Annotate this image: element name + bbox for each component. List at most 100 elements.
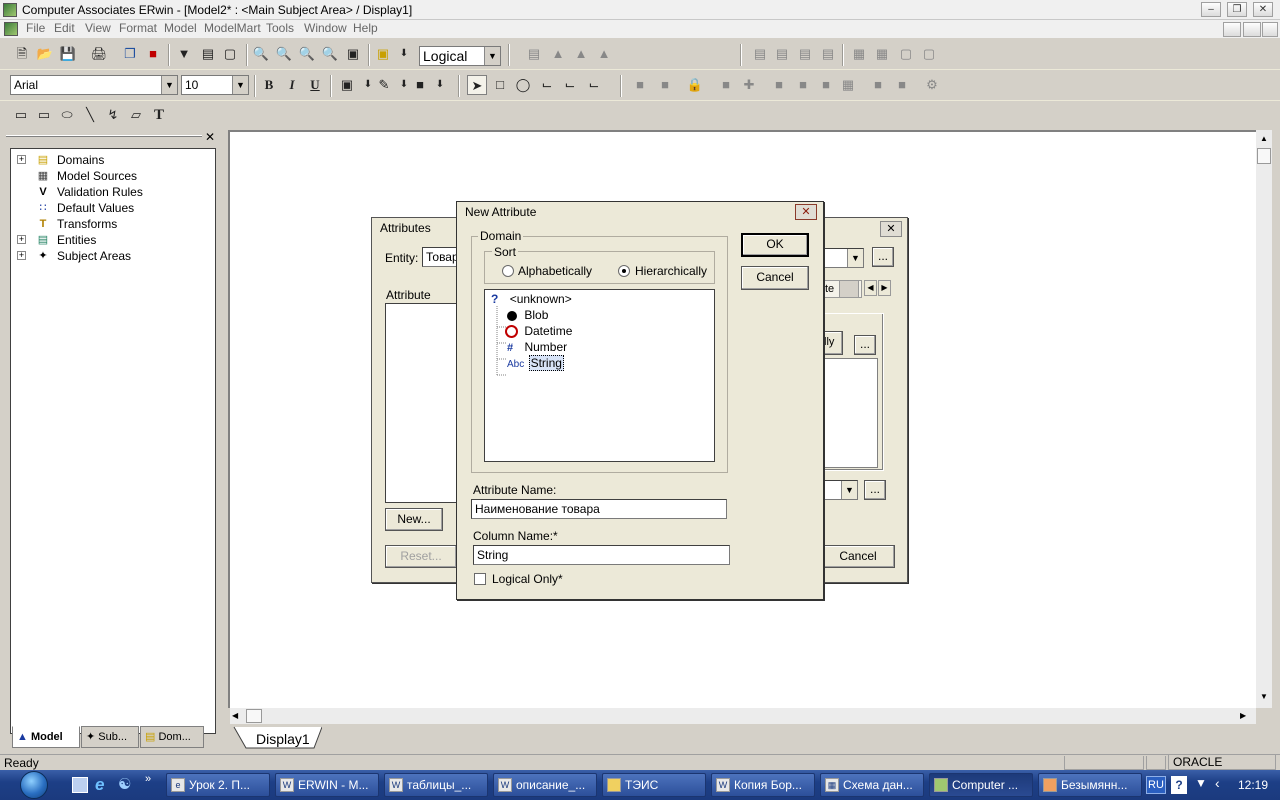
network-icon[interactable]: ▼	[1195, 776, 1209, 794]
menu-help[interactable]: Help	[353, 21, 378, 35]
underline-button[interactable]: U	[305, 75, 325, 95]
column-name-input[interactable]: String	[473, 545, 730, 565]
language-indicator[interactable]: RU	[1146, 776, 1166, 794]
expand-icon[interactable]: +	[17, 155, 26, 164]
mm-users-icon[interactable]: ■	[868, 75, 888, 95]
ok-button[interactable]: OK	[741, 233, 809, 257]
panel-close-icon[interactable]: ✕	[204, 131, 216, 143]
restore-button[interactable]: ❐	[1227, 2, 1247, 17]
domain-number[interactable]: # Number	[507, 340, 567, 356]
tab-domains[interactable]: ▤ Dom...	[140, 726, 204, 748]
polygon-tool-icon[interactable]: ▱	[126, 105, 146, 125]
zoom-actual-icon[interactable]: 🔍	[320, 44, 340, 64]
copy-icon[interactable]: ❐	[120, 44, 140, 64]
taskbar-item-copy[interactable]: W Копия Бор...	[711, 773, 815, 797]
sort-hierarchically-label[interactable]: Hierarchically	[635, 264, 707, 278]
menu-file[interactable]: File	[26, 21, 45, 35]
menu-edit[interactable]: Edit	[54, 21, 75, 35]
new-attribute-close-icon[interactable]: ✕	[795, 204, 817, 220]
vertical-scrollbar[interactable]: ▲ ▼	[1256, 130, 1272, 708]
horizontal-scrollbar[interactable]: ◀ ▶	[230, 708, 1256, 724]
menu-window[interactable]: Window	[304, 21, 347, 35]
start-button[interactable]	[8, 771, 60, 799]
logical-only-checkbox[interactable]	[474, 573, 486, 585]
mm-security-icon[interactable]: ■	[892, 75, 912, 95]
entity-tool-icon[interactable]: □	[490, 75, 510, 95]
tab-display1[interactable]: Display1	[256, 731, 310, 747]
same-size-icon[interactable]: ▢	[896, 44, 916, 64]
vertical-scroll-thumb[interactable]	[1257, 148, 1271, 164]
property-select[interactable]: ▼	[820, 480, 858, 500]
format-painter-icon[interactable]: ▼	[174, 44, 194, 64]
expand-icon[interactable]: +	[17, 235, 26, 244]
category-tool-icon[interactable]: ◯	[513, 75, 533, 95]
rectangle-tool-icon[interactable]: ▭	[11, 105, 31, 125]
menu-model[interactable]: Model	[164, 21, 197, 35]
taskbar-item-teis[interactable]: ТЭИС	[602, 773, 706, 797]
quicklaunch-more-icon[interactable]: »	[145, 773, 151, 785]
non-identifying-rel-icon[interactable]: ⌙	[584, 75, 604, 95]
polyline-tool-icon[interactable]: ↯	[103, 105, 123, 125]
mm-checkin-icon[interactable]: ■	[630, 75, 650, 95]
rounded-rect-tool-icon[interactable]: ▭	[34, 105, 54, 125]
open-file-icon[interactable]: 📂	[35, 44, 55, 64]
lock-icon[interactable]: 🔒	[685, 75, 705, 95]
mm-open-icon[interactable]: ■	[716, 75, 736, 95]
domain-string[interactable]: Abc String	[507, 355, 564, 372]
taskbar-item-tables[interactable]: Wтаблицы_...	[384, 773, 488, 797]
ellipse-tool-icon[interactable]: ⬭	[57, 105, 77, 125]
layout-tree-icon[interactable]: ▲	[548, 44, 568, 64]
minimize-button[interactable]: –	[1201, 2, 1221, 17]
sort-alphabetically-radio[interactable]	[502, 265, 514, 277]
new-attribute-cancel-button[interactable]: Cancel	[741, 266, 809, 290]
model-tree[interactable]: + ▤ Domains ▦ Model Sources V Validation…	[10, 148, 216, 734]
reset-button[interactable]: Reset...	[385, 545, 457, 568]
taskbar-item-description[interactable]: Wописание_...	[493, 773, 597, 797]
domain-tree[interactable]: ? <unknown> Blob Datetime # Number Abc S…	[484, 289, 715, 462]
scroll-up-icon[interactable]: ▲	[1256, 134, 1272, 146]
pin-icon[interactable]: ✚	[739, 75, 759, 95]
show-desktop-icon[interactable]	[72, 777, 88, 793]
many-to-many-icon[interactable]: ⌙	[560, 75, 580, 95]
expand-icon[interactable]: +	[17, 251, 26, 260]
property-list[interactable]	[820, 358, 878, 468]
save-icon[interactable]: 💾	[58, 44, 78, 64]
color-icon[interactable]: ■	[143, 44, 163, 64]
attribute-name-input[interactable]: Наименование товара	[471, 499, 727, 519]
entity-select-end[interactable]: ▼	[824, 248, 864, 268]
italic-button[interactable]: I	[282, 75, 302, 95]
sort-hierarchically-radio[interactable]	[618, 265, 630, 277]
domain-unknown[interactable]: ? <unknown>	[491, 292, 572, 308]
layout-hier-icon[interactable]: ▲	[571, 44, 591, 64]
document-icon[interactable]	[4, 22, 18, 36]
mm-lock-icon[interactable]: ■	[769, 75, 789, 95]
align-middle-icon[interactable]: ▤	[772, 44, 792, 64]
mm-checkout-icon[interactable]: ■	[655, 75, 675, 95]
help-icon[interactable]: ?	[1171, 776, 1187, 794]
same-width-icon[interactable]: ▢	[919, 44, 939, 64]
scroll-right-icon[interactable]: ▶	[1240, 710, 1250, 722]
zoom-page-icon[interactable]: ▣	[343, 44, 363, 64]
pointer-tool-icon[interactable]: ➤	[467, 75, 487, 95]
font-size-select[interactable]: 10 ▼	[181, 75, 249, 95]
mm-settings-icon[interactable]: ⚙	[922, 75, 942, 95]
property-browse-button[interactable]: ...	[854, 335, 876, 355]
new-file-icon[interactable]: 🗎	[12, 44, 32, 64]
line-tool-icon[interactable]: ╲	[80, 105, 100, 125]
font-color-icon[interactable]: ■	[410, 75, 430, 95]
new-attribute-button[interactable]: New...	[385, 508, 443, 531]
tab-scroll-right-icon[interactable]: ▶	[878, 280, 891, 296]
note-icon[interactable]: ▤	[198, 44, 218, 64]
attributes-cancel-button[interactable]: Cancel	[821, 545, 895, 568]
menu-tools[interactable]: Tools	[266, 21, 294, 35]
tab-subject-areas[interactable]: ✦ Sub...	[81, 726, 139, 748]
entity-fill-icon[interactable]: ▣	[337, 75, 357, 95]
close-button[interactable]: ✕	[1253, 2, 1273, 17]
attributes-close-icon[interactable]: ✕	[880, 221, 902, 237]
doc-minimize-button[interactable]	[1223, 22, 1241, 37]
zoom-in-icon[interactable]: 🔍	[274, 44, 294, 64]
tray-expand-icon[interactable]: ‹	[1215, 775, 1220, 791]
doc-close-button[interactable]	[1262, 22, 1278, 37]
align-left-icon[interactable]: ▤	[818, 44, 838, 64]
scroll-left-icon[interactable]: ◀	[232, 710, 242, 722]
